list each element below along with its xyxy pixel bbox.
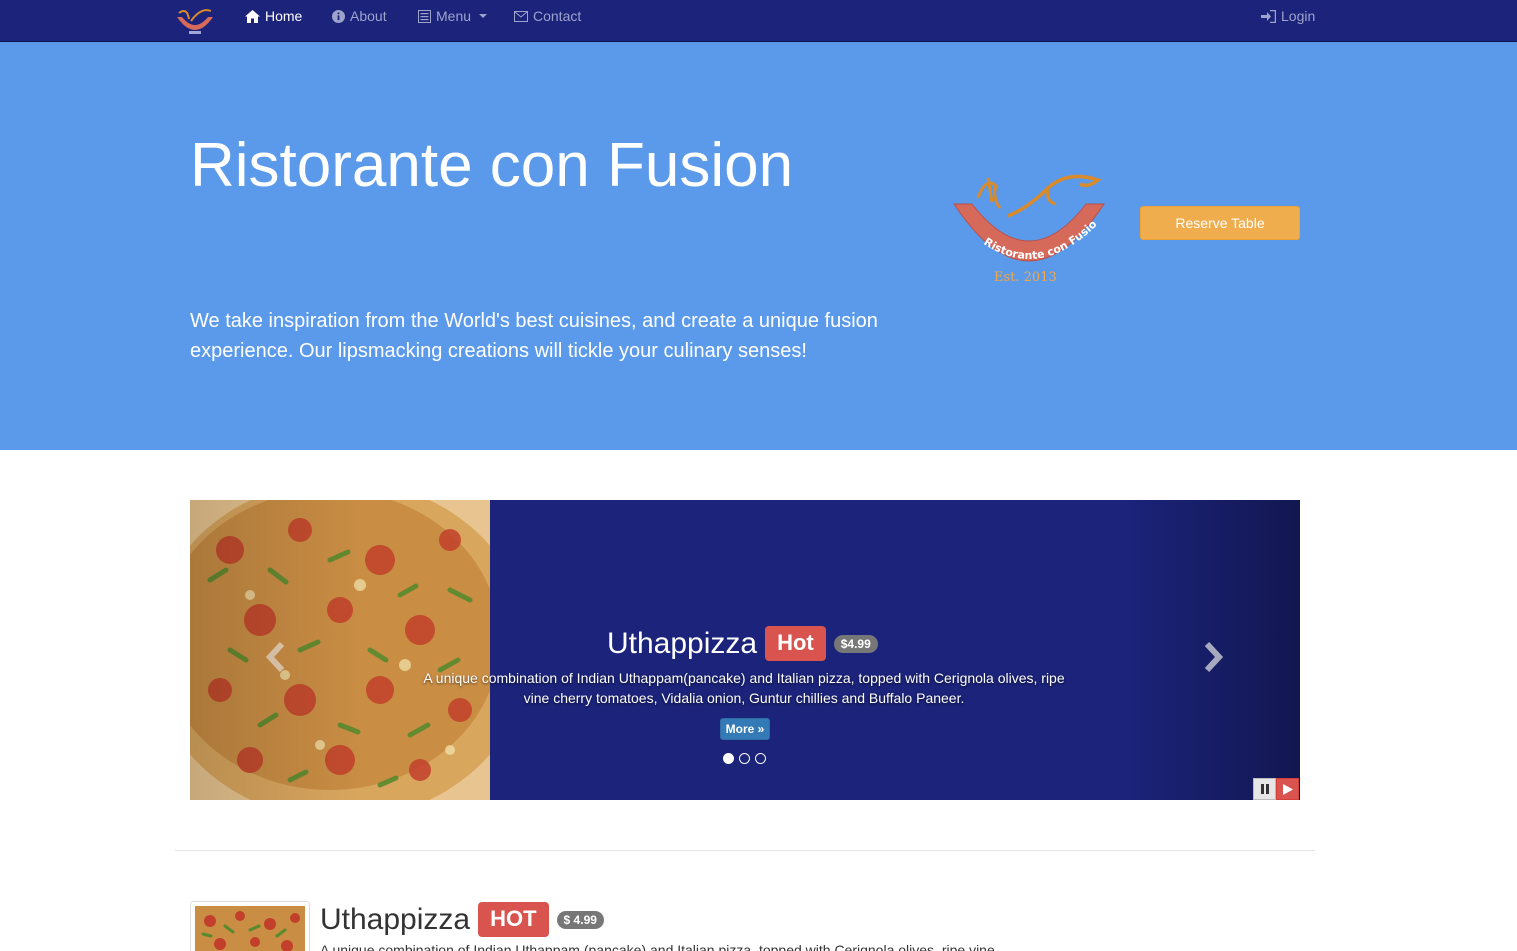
carousel-pause-button[interactable] bbox=[1253, 778, 1276, 800]
restaurant-logo: Ristorante con Fusion Est. 2013 bbox=[948, 168, 1105, 285]
envelope-icon bbox=[514, 10, 528, 22]
nav-about[interactable]: About bbox=[332, 0, 387, 32]
nav-home-label: Home bbox=[265, 8, 303, 24]
info-sign-icon bbox=[332, 9, 345, 23]
featured-price-badge: $ 4.99 bbox=[556, 910, 604, 929]
pause-icon bbox=[1260, 784, 1269, 794]
list-alt-icon bbox=[418, 9, 431, 23]
featured-hot-badge: HOT bbox=[478, 902, 549, 937]
logo-est: Est. 2013 bbox=[994, 270, 1057, 285]
carousel-dish-name: Uthappizza bbox=[607, 626, 758, 660]
section-divider bbox=[175, 850, 1315, 851]
log-in-icon bbox=[1261, 9, 1276, 23]
nav-about-label: About bbox=[350, 8, 387, 24]
featured-dish-description: A unique combination of Indian Uthappam … bbox=[320, 942, 995, 951]
nav-contact[interactable]: Contact bbox=[514, 0, 581, 32]
carousel: Uthappizza Hot $4.99 A unique combinatio… bbox=[190, 500, 1300, 800]
chevron-down-icon bbox=[479, 14, 488, 18]
nav-login-label: Login bbox=[1281, 8, 1316, 24]
featured-title: Uthappizza HOT $ 4.99 bbox=[320, 902, 604, 937]
nav-menu-label: Menu bbox=[436, 8, 472, 24]
hero-description: We take inspiration from the World's bes… bbox=[190, 310, 878, 362]
carousel-indicator-2[interactable] bbox=[739, 753, 750, 764]
reserve-table-button[interactable]: Reserve Table bbox=[1140, 206, 1300, 240]
carousel-indicators bbox=[723, 753, 766, 764]
navbar: Home About Menu Contact Login bbox=[0, 0, 1517, 42]
jumbotron: Ristorante con Fusion We take inspiratio… bbox=[0, 42, 1517, 450]
carousel-play-button[interactable] bbox=[1276, 778, 1299, 800]
home-icon bbox=[245, 9, 260, 23]
brand-logo-icon[interactable] bbox=[173, 3, 217, 37]
nav-login[interactable]: Login bbox=[1261, 0, 1315, 32]
featured-dish: Uthappizza HOT $ 4.99 A unique combinati… bbox=[190, 900, 1300, 951]
more-button[interactable]: More » bbox=[720, 718, 770, 740]
nav-contact-label: Contact bbox=[533, 8, 582, 24]
carousel-caption-title: Uthappizza Hot $4.99 bbox=[607, 626, 882, 661]
carousel-dish-description: A unique combination of Indian Uthappam(… bbox=[423, 670, 1065, 706]
carousel-indicator-1[interactable] bbox=[723, 753, 734, 764]
carousel-next-icon[interactable] bbox=[1201, 640, 1225, 674]
dish-thumbnail bbox=[190, 901, 310, 951]
carousel-indicator-3[interactable] bbox=[755, 753, 766, 764]
featured-dish-name: Uthappizza bbox=[320, 902, 471, 936]
price-badge: $4.99 bbox=[833, 634, 878, 653]
play-icon bbox=[1282, 783, 1293, 795]
page-title: Ristorante con Fusion bbox=[190, 131, 794, 200]
carousel-prev-icon[interactable] bbox=[264, 640, 288, 674]
hot-badge: Hot bbox=[765, 626, 826, 661]
uthappizza-thumbnail-image bbox=[195, 906, 305, 951]
nav-menu-dropdown[interactable]: Menu bbox=[418, 0, 488, 32]
nav-home[interactable]: Home bbox=[245, 0, 302, 32]
